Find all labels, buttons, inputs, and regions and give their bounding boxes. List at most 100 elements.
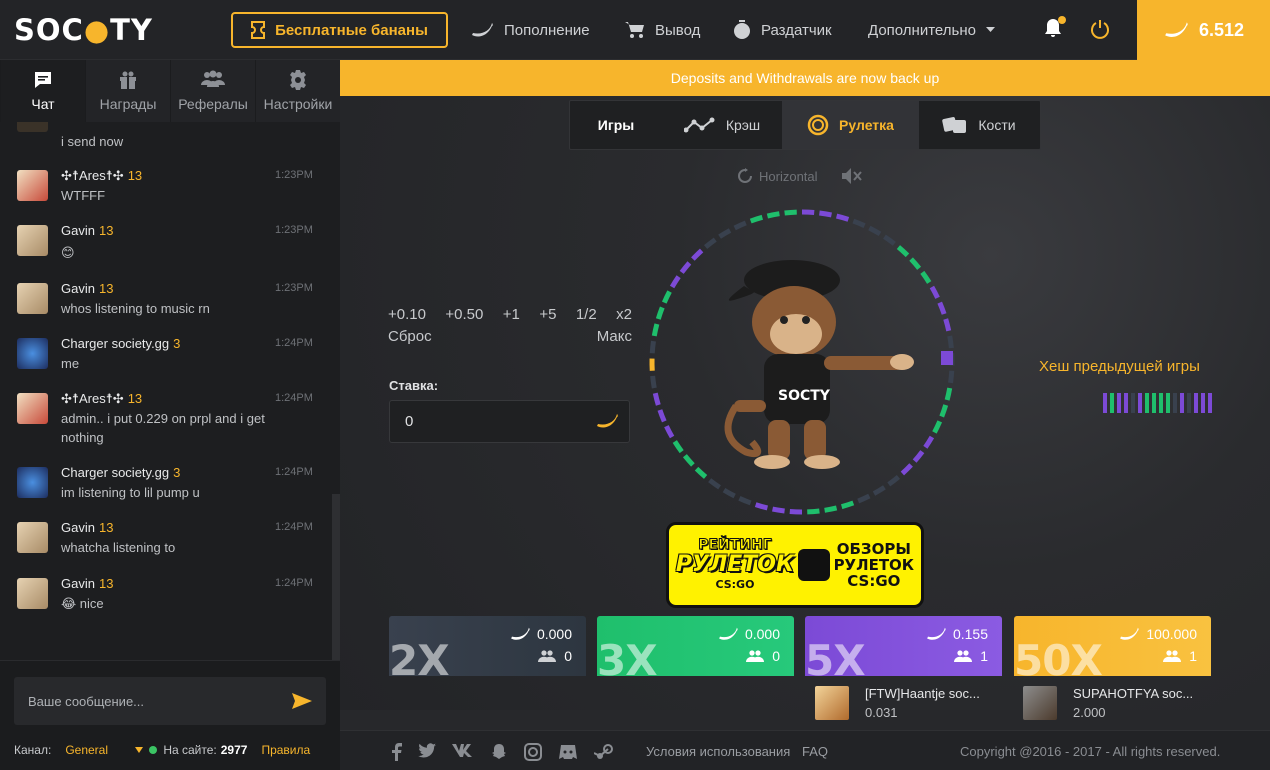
social-links [390, 743, 614, 761]
username[interactable]: Gavin [61, 520, 95, 535]
timestamp: 1:24PM [275, 577, 313, 589]
timestamp: 1:23PM [275, 224, 313, 236]
hash-bar [1138, 393, 1142, 413]
avatar [17, 467, 48, 498]
user-level: 3 [173, 465, 181, 480]
bet-5x-button[interactable]: 5X 0.155 1 [805, 616, 1002, 676]
advertisement-banner[interactable]: РЕЙТИНГ РУЛЕТОК CS:GO ОБЗОРЫ РУЛЕТОК CS:… [666, 522, 924, 608]
nav-more[interactable]: Дополнительно [868, 0, 995, 60]
hash-bar [1173, 393, 1177, 413]
reset-button[interactable]: Сброс [388, 328, 432, 345]
sidebar: Чат Награды Рефералы Настройки i send no… [0, 60, 340, 770]
balance[interactable]: 6.512 [1137, 0, 1270, 60]
timestamp: 1:24PM [275, 392, 313, 404]
wheel-segment [939, 404, 949, 418]
snapchat-icon[interactable] [490, 743, 508, 761]
wheel-segment [923, 435, 935, 449]
bet-reset-max: Сброс Макс [388, 328, 632, 345]
quick-bet-buttons: +0.10 +0.50 +1 +5 1/2 x2 [388, 306, 632, 323]
hash-bar [1194, 393, 1198, 413]
svg-text:SOCTY: SOCTY [778, 388, 831, 404]
hash-bar [1159, 393, 1163, 413]
tab-dice[interactable]: Кости [919, 101, 1039, 149]
nav-faucet[interactable]: Раздатчик [733, 0, 832, 60]
username[interactable]: Gavin [61, 223, 95, 238]
nav-withdraw[interactable]: Вывод [625, 0, 700, 60]
avatar [17, 338, 48, 369]
avatar [815, 686, 849, 720]
bet-double[interactable]: x2 [616, 306, 632, 323]
logo[interactable]: SOC●TY [14, 13, 153, 47]
username[interactable]: Charger society.gg [61, 465, 169, 480]
rules-link[interactable]: Правила [261, 743, 310, 757]
game-tabs: Игры Крэш Рулетка Кости [569, 100, 1041, 150]
hash-bar [1103, 393, 1107, 413]
instagram-icon[interactable] [524, 743, 542, 761]
channel-select[interactable]: General [65, 743, 135, 757]
bet-add-0-50[interactable]: +0.50 [445, 306, 483, 323]
wheel-segment [784, 209, 797, 216]
tab-roulette[interactable]: Рулетка [782, 101, 919, 149]
online-count: 2977 [220, 743, 248, 757]
banana-icon [1120, 627, 1139, 640]
terms-link[interactable]: Условия использования [646, 744, 790, 759]
wheel-segment [887, 474, 901, 487]
banana-icon [1165, 22, 1188, 37]
user-level: 13 [127, 391, 143, 406]
notifications-button[interactable] [1044, 16, 1066, 41]
hash-bar [1145, 393, 1149, 413]
user-level: 3 [173, 336, 181, 351]
hash-bar [1208, 393, 1212, 413]
tab-settings[interactable]: Настройки [255, 60, 340, 122]
tab-rewards[interactable]: Награды [85, 60, 170, 122]
bet-half[interactable]: 1/2 [576, 306, 597, 323]
stake-input[interactable]: 0 [389, 400, 630, 443]
username[interactable]: ✣☨Ares☨✣ [61, 168, 124, 183]
tab-referrals[interactable]: Рефералы [170, 60, 255, 122]
orientation-toggle[interactable]: Horizontal [737, 168, 818, 184]
wheel-segment [944, 387, 953, 401]
hash-bar [1201, 393, 1205, 413]
refresh-icon [738, 168, 752, 183]
chevron-down-icon[interactable] [135, 747, 144, 753]
bet-add-0-10[interactable]: +0.10 [388, 306, 426, 323]
free-bananas-button[interactable]: Бесплатные бананы [231, 12, 448, 48]
facebook-icon[interactable] [390, 743, 402, 761]
send-icon[interactable] [292, 693, 312, 709]
nav-deposit[interactable]: Пополнение [470, 0, 590, 60]
max-button[interactable]: Макс [597, 328, 632, 345]
tab-crash[interactable]: Крэш [662, 101, 782, 149]
notification-dot [1058, 16, 1066, 24]
discord-icon[interactable] [558, 743, 578, 761]
stake-label: Ставка: [389, 378, 439, 393]
bet-add-1[interactable]: +1 [503, 306, 520, 323]
banana-icon [719, 627, 738, 640]
hash-bar [1152, 393, 1156, 413]
hash-bar [1180, 393, 1184, 413]
username[interactable]: Gavin [61, 576, 95, 591]
steam-icon[interactable] [594, 743, 614, 761]
bet-add-5[interactable]: +5 [539, 306, 556, 323]
bet-2x-button[interactable]: 2X 0.000 0 [389, 616, 586, 676]
faq-link[interactable]: FAQ [802, 744, 828, 759]
hash-bar [1187, 393, 1191, 413]
timer-icon [734, 20, 750, 39]
bet-50x-button[interactable]: 50X 100.000 1 [1014, 616, 1211, 676]
mute-icon[interactable] [841, 167, 863, 185]
username[interactable]: Gavin [61, 281, 95, 296]
avatar [17, 283, 48, 314]
chat-message-input[interactable] [14, 677, 326, 725]
username[interactable]: ✣☨Ares☨✣ [61, 391, 124, 406]
twitter-icon[interactable] [418, 743, 436, 759]
chat-messages[interactable]: i send now ✣☨Ares☨✣ 13 1:23PM WTFFF Gavin… [0, 122, 340, 720]
wheel-segment [661, 290, 672, 304]
bet-player-row: SUPAHOTFYA soc... 2.000 [1023, 678, 1213, 724]
wheel-segment [652, 392, 661, 406]
logout-button[interactable] [1090, 19, 1110, 42]
vk-icon[interactable] [452, 743, 474, 757]
username[interactable]: Charger society.gg [61, 336, 169, 351]
wheel-segment [703, 237, 717, 250]
bet-3x-button[interactable]: 3X 0.000 0 [597, 616, 794, 676]
wheel-segment [896, 245, 910, 258]
tab-chat[interactable]: Чат [0, 60, 85, 122]
